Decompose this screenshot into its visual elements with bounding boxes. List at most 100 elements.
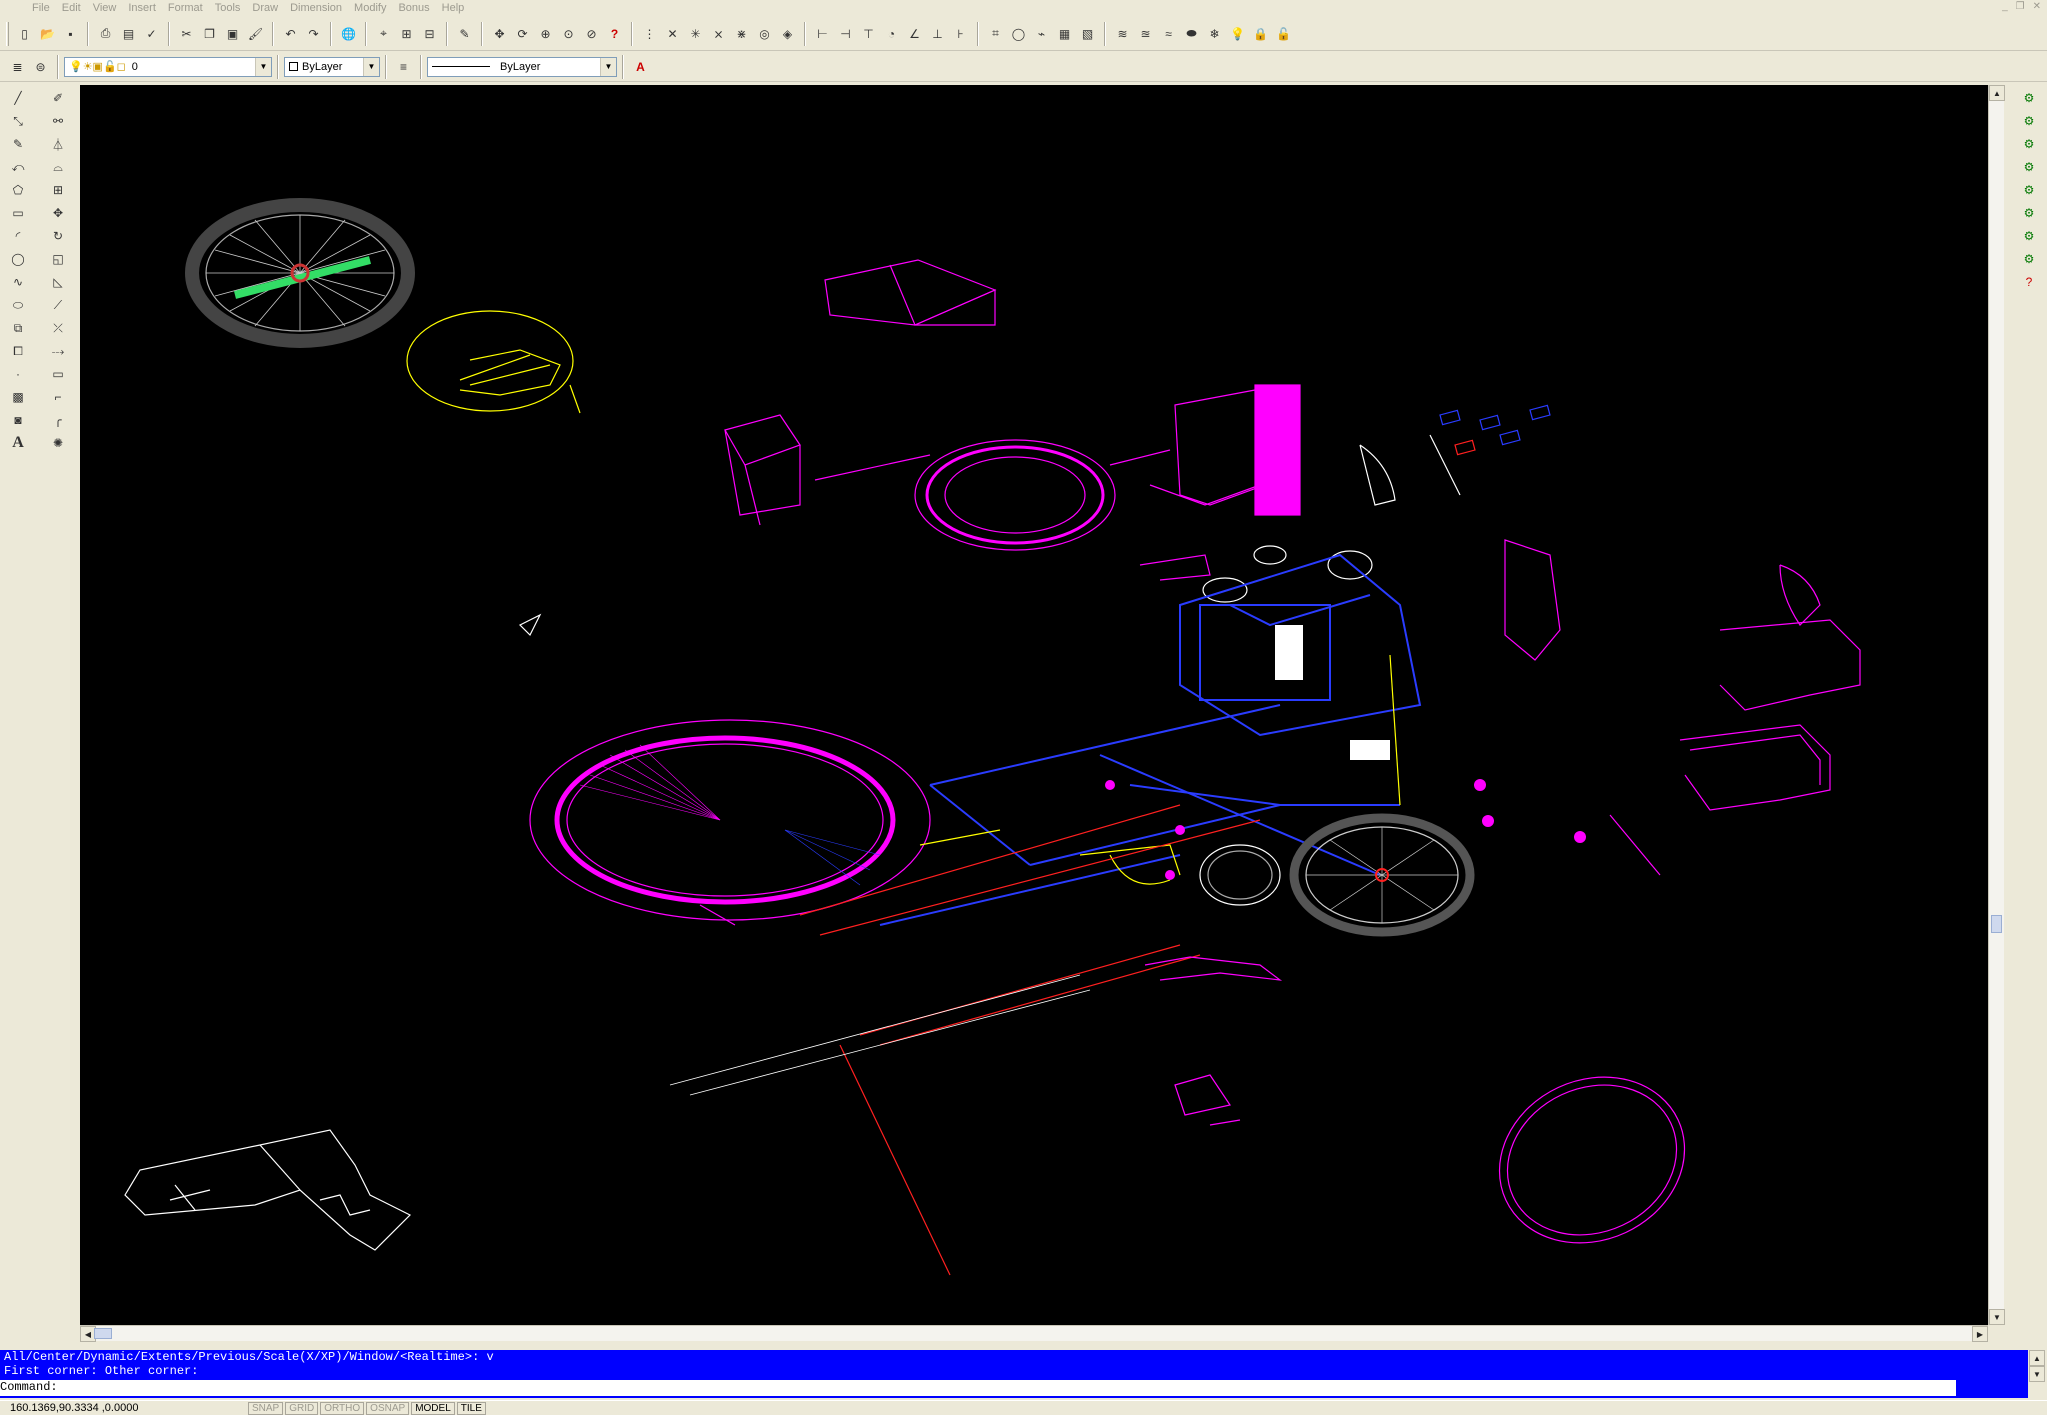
light-bulb-icon[interactable]: 💡 (1226, 22, 1249, 45)
bonus-help-icon[interactable]: ? (2017, 271, 2041, 293)
dimension-edit-icon[interactable]: ◯ (1007, 22, 1030, 45)
lengthen-icon[interactable]: ⟋ (46, 294, 70, 316)
close-button[interactable]: ✕ (2033, 1, 2041, 12)
chevron-down-icon[interactable]: ▼ (363, 57, 379, 76)
minimize-button[interactable]: _ (2002, 1, 2008, 12)
chamfer-icon[interactable]: ⌐ (46, 386, 70, 408)
horizontal-scrollbar[interactable]: ◀ ▶ (80, 1325, 1988, 1342)
rotate-icon[interactable]: ↻ (46, 225, 70, 247)
toolbar-grip[interactable] (6, 21, 9, 46)
bonus-tool-6-icon[interactable]: ⚙ (2017, 202, 2041, 224)
scroll-up-icon[interactable]: ▲ (2029, 1350, 2045, 1366)
layer-tool-3-icon[interactable]: ≈ (1157, 22, 1180, 45)
spell-icon[interactable]: ✓ (140, 22, 163, 45)
osnap-toggle[interactable]: OSNAP (366, 1401, 410, 1415)
hatch-icon[interactable]: ▩ (6, 386, 30, 408)
menu-draw[interactable]: Draw (246, 2, 284, 14)
object-snap-intersection-icon[interactable]: ✳ (684, 22, 707, 45)
array-icon[interactable]: ⊞ (46, 179, 70, 201)
menu-view[interactable]: View (87, 2, 123, 14)
polyline-icon[interactable]: ✎ (6, 133, 30, 155)
tile-toggle[interactable]: TILE (456, 1401, 486, 1415)
preview-icon[interactable]: ▤ (117, 22, 140, 45)
bonus-tool-7-icon[interactable]: ⚙ (2017, 225, 2041, 247)
arc-icon[interactable]: ◜ (6, 225, 30, 247)
text-style-icon[interactable]: A (629, 55, 652, 78)
save-icon[interactable]: ▪ (59, 22, 82, 45)
new-icon[interactable]: ▯ (13, 22, 36, 45)
layers-icon[interactable]: ≣ (6, 55, 29, 78)
undo-icon[interactable]: ↶ (279, 22, 302, 45)
object-snap-endpoint-icon[interactable]: ⋮ (638, 22, 661, 45)
scroll-down-icon[interactable]: ▼ (2029, 1366, 2045, 1382)
distance-icon[interactable]: ⊟ (418, 22, 441, 45)
scale-icon[interactable]: ◱ (46, 248, 70, 270)
bonus-tool-5-icon[interactable]: ⚙ (2017, 179, 2041, 201)
layer-tool-4-icon[interactable]: ⬬ (1180, 22, 1203, 45)
layer-dropdown[interactable]: 💡☀▣🔓◻ 0 ▼ (64, 56, 272, 77)
layer-tool-1-icon[interactable]: ≋ (1111, 22, 1134, 45)
pen-icon[interactable]: ✎ (453, 22, 476, 45)
attribute-icon[interactable]: ▧ (1076, 22, 1099, 45)
object-snap-midpoint-icon[interactable]: ✕ (661, 22, 684, 45)
polygon-shape-icon[interactable]: ⬠ (6, 179, 30, 201)
object-snap-quadrant-icon[interactable]: ◈ (776, 22, 799, 45)
zoom-previous-icon[interactable]: ⊘ (580, 22, 603, 45)
print-icon[interactable]: ⎙ (94, 22, 117, 45)
chevron-down-icon[interactable]: ▼ (255, 57, 271, 76)
region-icon[interactable]: ◙ (6, 409, 30, 431)
vertical-scroll-thumb[interactable] (1991, 915, 2002, 933)
dimension-angular-icon[interactable]: ∠ (903, 22, 926, 45)
redraw-icon[interactable]: ⟳ (511, 22, 534, 45)
paste-icon[interactable]: ▣ (221, 22, 244, 45)
extend-icon[interactable]: ⤏ (46, 340, 70, 362)
text-icon[interactable]: A (6, 432, 30, 454)
bonus-tool-8-icon[interactable]: ⚙ (2017, 248, 2041, 270)
move-icon[interactable]: ✥ (46, 202, 70, 224)
grid-toggle[interactable]: GRID (285, 1401, 319, 1415)
make-block-icon[interactable]: ⧠ (6, 340, 30, 362)
erase-icon[interactable]: ✐ (46, 87, 70, 109)
explode-icon[interactable]: ✺ (46, 432, 70, 454)
menu-modify[interactable]: Modify (348, 2, 392, 14)
snap-toggle[interactable]: SNAP (248, 1401, 284, 1415)
menu-insert[interactable]: Insert (122, 2, 162, 14)
hyperlink-icon[interactable]: 🌐 (337, 22, 360, 45)
chevron-down-icon[interactable]: ▼ (600, 57, 616, 76)
pan-icon[interactable]: ✥ (488, 22, 511, 45)
dimension-radius-icon[interactable]: ◔ (880, 22, 903, 45)
restore-button[interactable]: ❐ (2016, 1, 2025, 12)
trim-icon[interactable]: ⤫ (46, 317, 70, 339)
scroll-right-icon[interactable]: ▶ (1972, 1326, 1988, 1342)
object-snap-extension-icon[interactable]: ⋇ (730, 22, 753, 45)
match-properties-icon[interactable]: 🖌 (244, 22, 267, 45)
dimension-text-icon[interactable]: ⌁ (1030, 22, 1053, 45)
menu-edit[interactable]: Edit (56, 2, 87, 14)
spline-icon[interactable]: ∿ (6, 271, 30, 293)
dimension-continue-icon[interactable]: ⊦ (949, 22, 972, 45)
offset-icon[interactable]: ⌓ (46, 156, 70, 178)
insert-block-icon[interactable]: ⧉ (6, 317, 30, 339)
dimension-style-icon[interactable]: ⌗ (984, 22, 1007, 45)
stretch-icon[interactable]: ◺ (46, 271, 70, 293)
make-current-icon[interactable]: ⊜ (29, 55, 52, 78)
dimension-linear-icon[interactable]: ⊢ (811, 22, 834, 45)
object-snap-center-icon[interactable]: ◎ (753, 22, 776, 45)
line-icon[interactable]: ╱ (6, 87, 30, 109)
dimension-ordinate-icon[interactable]: ⊤ (857, 22, 880, 45)
menu-bonus[interactable]: Bonus (392, 2, 435, 14)
scroll-down-icon[interactable]: ▼ (1989, 1309, 2005, 1325)
circle-icon[interactable]: ◯ (6, 248, 30, 270)
color-dropdown[interactable]: ByLayer ▼ (284, 56, 380, 77)
bonus-tool-2-icon[interactable]: ⚙ (2017, 110, 2041, 132)
copy-icon[interactable]: ❐ (198, 22, 221, 45)
command-window[interactable]: All/Center/Dynamic/Extents/Previous/Scal… (0, 1350, 2047, 1398)
mirror-icon[interactable]: ⏃ (46, 133, 70, 155)
block-icon[interactable]: ▦ (1053, 22, 1076, 45)
snap-from-icon[interactable]: ⌖ (372, 22, 395, 45)
scroll-up-icon[interactable]: ▲ (1989, 85, 2005, 101)
drawing-canvas[interactable] (80, 85, 1988, 1325)
bonus-tool-4-icon[interactable]: ⚙ (2017, 156, 2041, 178)
lineweight-icon[interactable]: ≡ (392, 55, 415, 78)
freeze-icon[interactable]: ❄ (1203, 22, 1226, 45)
